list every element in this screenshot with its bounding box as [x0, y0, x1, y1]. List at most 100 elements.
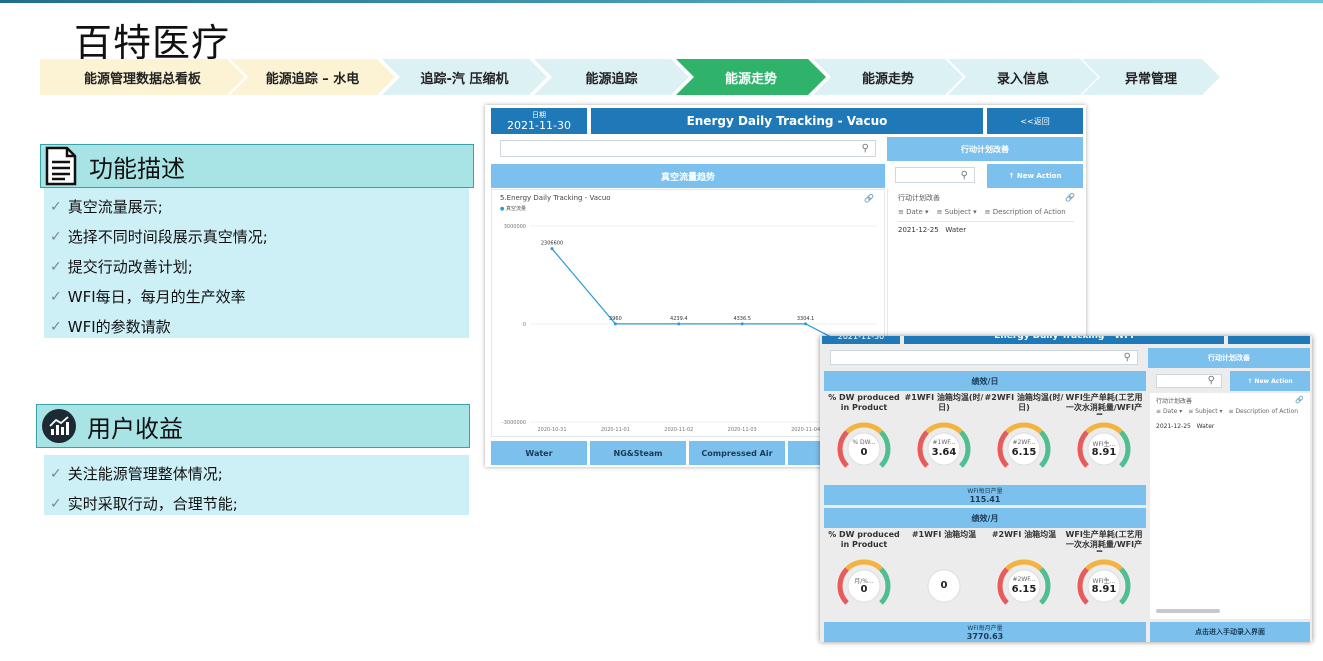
column-header-date[interactable]: ≡ Date ▾ — [1156, 408, 1182, 415]
new-action-button[interactable]: ↑ New Action — [987, 164, 1083, 188]
data-point — [550, 247, 554, 251]
table-row[interactable]: 2021-12-25 Water — [1156, 423, 1214, 430]
nav-step-label: 能源追踪 – 水电 — [265, 71, 360, 87]
process-nav: 能源管理数据总看板 能源追踪 – 水电 追踪-汽 压缩机 能源追踪 能源走势 能… — [40, 59, 1220, 95]
x-tick-label: 2020-11-02 — [664, 427, 693, 433]
gauge-arc — [1005, 422, 1043, 434]
date-box[interactable]: 2021-11-30 — [822, 336, 900, 344]
wfi-tracking-screenshot: 2021-11-30 Energy Daily Tracking - WFI ⚲… — [820, 336, 1312, 642]
date-box[interactable]: 日期 2021-11-30 — [491, 108, 587, 134]
link-icon[interactable]: 🔗 — [1065, 193, 1075, 202]
check-icon: ✓ — [50, 466, 62, 482]
gauge-sub-label: #1WF... — [932, 439, 956, 446]
list-item: ✓ WFI每日，每月的生产效率 — [50, 282, 469, 312]
y-tick-label: -3000000 — [502, 420, 526, 426]
back-button[interactable] — [1228, 336, 1310, 344]
gauge-value: 0 — [940, 580, 948, 591]
column-header-label: Subject — [944, 208, 971, 216]
column-header-label: Date — [906, 208, 923, 216]
action-search-input[interactable]: ⚲ — [895, 167, 975, 183]
gauge-label: #2WFI 油箱均温(时/日) — [984, 393, 1064, 412]
column-header-description[interactable]: ≡ Description of Action — [1229, 408, 1299, 415]
nav-step-1[interactable]: 能源管理数据总看板 — [40, 59, 245, 95]
nav-step-2[interactable]: 能源追踪 – 水电 — [230, 59, 395, 95]
daily-output-value: 115.41 — [969, 495, 1001, 504]
feature-list: ✓ 真空流量展示; ✓ 选择不同时间段展示真空情况; ✓ 提交行动改善计划; ✓ WFI… — [44, 188, 469, 338]
nav-step-5-active[interactable]: 能源走势 — [676, 59, 826, 95]
nav-step-6[interactable]: 能源走势 — [813, 59, 963, 95]
data-point — [740, 322, 744, 326]
column-header-subject[interactable]: ≡ Subject ▾ — [937, 208, 977, 216]
new-action-button[interactable]: ↑ New Action — [1230, 371, 1310, 391]
horizontal-scrollbar[interactable] — [1156, 609, 1220, 613]
daily-performance-header: 绩效/日 — [824, 371, 1146, 391]
nav-step-label: 追踪-汽 压缩机 — [420, 71, 509, 87]
gauge-value: 3.64 — [931, 447, 957, 458]
gauge-card: #1WFI 油箱均温(时/日) #1WF... 3.64 — [904, 393, 984, 483]
monthly-output-box: WFI每月产量 3770.63 — [824, 622, 1146, 642]
column-header-label: Description of Action — [1235, 408, 1298, 415]
column-header-date[interactable]: ≡ Date ▾ — [898, 208, 929, 216]
tab-compressed-air[interactable]: Compressed Air — [689, 441, 785, 465]
manual-entry-button[interactable]: 点击进入手动录入界面 — [1150, 622, 1310, 642]
nav-step-label: 录入信息 — [996, 71, 1049, 87]
action-plan-header: 行动计划改善 — [887, 137, 1083, 161]
tab-ng-steam[interactable]: NG&Steam — [590, 441, 686, 465]
column-header-description[interactable]: ≡ Description of Action — [985, 208, 1066, 216]
data-label: 3960 — [609, 316, 622, 322]
check-icon: ✓ — [50, 229, 62, 245]
monthly-output-label: WFI每月产量 — [967, 625, 1003, 632]
column-header-label: Subject — [1195, 408, 1218, 415]
data-point — [677, 322, 681, 326]
check-icon: ✓ — [50, 259, 62, 275]
nav-step-4[interactable]: 能源追踪 — [534, 59, 689, 95]
list-item-text: WFI的参数请款 — [67, 318, 171, 336]
page-title: Energy Daily Tracking - Vacuo — [591, 108, 983, 134]
gauge-value: 0 — [860, 447, 868, 458]
search-input[interactable]: ⚲ — [830, 350, 1138, 365]
benefit-header: 用户收益 — [36, 404, 470, 448]
top-accent-rule — [0, 0, 1323, 3]
data-label: 2306600 — [541, 241, 563, 247]
gauge-arc — [1005, 559, 1043, 571]
page-title: Energy Daily Tracking - WFI — [904, 336, 1224, 344]
gauge-arc — [1085, 422, 1123, 434]
list-item: ✓ 实时采取行动，合理节能; — [50, 489, 469, 519]
benefit-title: 用户收益 — [87, 414, 183, 443]
action-table-header: ≡ Date ▾ ≡ Subject ▾ ≡ Description of Ac… — [898, 208, 1066, 216]
gauge-arc — [845, 559, 883, 571]
date-value: 2021-11-30 — [507, 118, 571, 132]
check-icon: ✓ — [50, 289, 62, 305]
benefit-list: ✓ 关注能源管理整体情况; ✓ 实时采取行动，合理节能; — [44, 455, 469, 515]
list-item: ✓ 关注能源管理整体情况; — [50, 459, 469, 489]
feature-header: 功能描述 — [40, 144, 474, 188]
gauge-arc — [845, 422, 883, 434]
nav-step-8[interactable]: 异常管理 — [1082, 59, 1220, 95]
link-icon[interactable]: 🔗 — [1295, 396, 1304, 404]
gauge-value: 0 — [860, 584, 868, 595]
column-header-subject[interactable]: ≡ Subject ▾ — [1188, 408, 1222, 415]
nav-step-3[interactable]: 追踪-汽 压缩机 — [382, 59, 547, 95]
gauge-sub-label: % DW... — [852, 439, 876, 446]
back-button[interactable]: <<返回 — [987, 108, 1083, 134]
nav-step-label: 能源管理数据总看板 — [83, 71, 201, 87]
action-search-input[interactable]: ⚲ — [1156, 374, 1222, 388]
action-list-title: 行动计划改善 — [898, 194, 940, 202]
nav-step-7[interactable]: 录入信息 — [948, 59, 1098, 95]
table-row[interactable]: 2021-12-25 Water — [898, 226, 966, 234]
y-tick-label: 3000000 — [504, 224, 526, 230]
gauge-label: #1WFI 油箱均温(时/日) — [904, 393, 984, 412]
action-list-title: 行动计划改善 — [1156, 398, 1193, 405]
action-list-panel: 行动计划改善 🔗 ≡ Date ▾ ≡ Subject ▾ ≡ Descript… — [1150, 393, 1310, 619]
gauge-card: % DW produced in Product 月/%... 0 — [824, 530, 904, 620]
gauge-label: % DW produced in Product — [828, 530, 900, 549]
row-date: 2021-12-25 — [898, 226, 939, 234]
tab-water[interactable]: Water — [491, 441, 587, 465]
search-icon: ⚲ — [1207, 375, 1215, 386]
search-input[interactable]: ⚲ — [500, 140, 876, 157]
data-point — [804, 322, 808, 326]
x-tick-label: 2020-10-31 — [537, 427, 566, 433]
nav-step-label: 能源追踪 — [585, 71, 638, 87]
x-tick-label: 2020-11-01 — [601, 427, 630, 433]
gauge-label: % DW produced in Product — [828, 393, 900, 412]
